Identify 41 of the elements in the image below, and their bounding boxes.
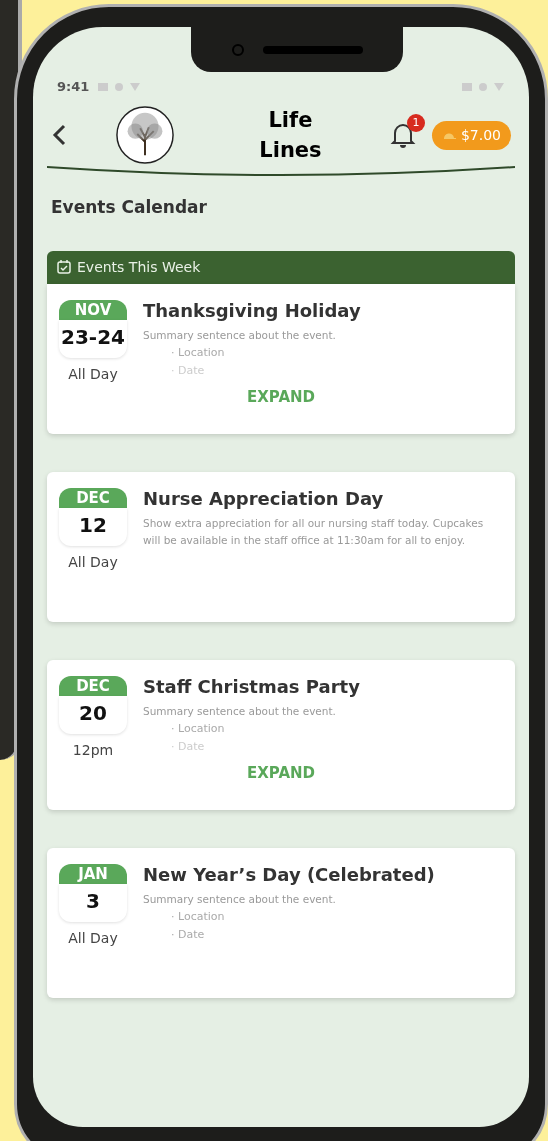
banner-label: Events This Week xyxy=(77,257,201,277)
day-number: 3 xyxy=(59,883,127,922)
day-number: 12 xyxy=(59,507,127,546)
event-summary: Summary sentence about the event. xyxy=(143,892,337,908)
detail-item: · Date xyxy=(171,927,205,944)
expand-button[interactable]: EXPAND xyxy=(246,385,315,408)
balance-amount: $7.00 xyxy=(460,125,501,145)
balance-button[interactable]: $7.00 xyxy=(431,120,511,150)
app-title: Life Lines xyxy=(258,106,322,164)
event-title: Nurse Appreciation Day xyxy=(143,487,385,510)
page-title: Events Calendar xyxy=(51,196,208,219)
status-time: 9:41 xyxy=(57,78,90,97)
event-title: Staff Christmas Party xyxy=(143,675,361,698)
month-label: DEC xyxy=(59,675,127,696)
tree-logo-icon xyxy=(115,105,175,165)
detail-item: · Location xyxy=(171,909,225,926)
event-time: All Day xyxy=(67,928,119,948)
event-title: New Year’s Day (Celebrated) xyxy=(143,863,436,886)
detail-item: · Location xyxy=(171,345,225,362)
cloud-icon xyxy=(441,131,456,139)
month-label: JAN xyxy=(59,863,127,884)
event-summary: Summary sentence about the event. xyxy=(143,328,337,344)
expand-button[interactable]: EXPAND xyxy=(246,761,315,784)
month-label: NOV xyxy=(59,299,127,320)
back-button[interactable] xyxy=(51,123,67,147)
status-icons xyxy=(461,82,505,92)
month-label: DEC xyxy=(59,487,127,508)
event-time: 12pm xyxy=(71,740,115,760)
status-icons xyxy=(97,82,142,92)
day-number: 23-24 xyxy=(59,319,127,358)
event-summary: Show extra appreciation for all our nursing staff today. Cupcakes will be available in the staff office at 11:30am for all to enjoy. xyxy=(143,516,485,549)
detail-item: · Location xyxy=(171,721,225,738)
camera-icon xyxy=(231,42,245,57)
event-summary: Summary sentence about the event. xyxy=(143,704,337,720)
day-number: 20 xyxy=(59,695,127,734)
event-time: All Day xyxy=(67,552,119,572)
event-title: Thanksgiving Holiday xyxy=(143,299,362,322)
calendar-check-icon xyxy=(57,260,71,274)
speaker-grille-icon xyxy=(263,45,363,54)
event-time: All Day xyxy=(67,364,119,384)
notification-count-badge: 1 xyxy=(406,114,425,132)
